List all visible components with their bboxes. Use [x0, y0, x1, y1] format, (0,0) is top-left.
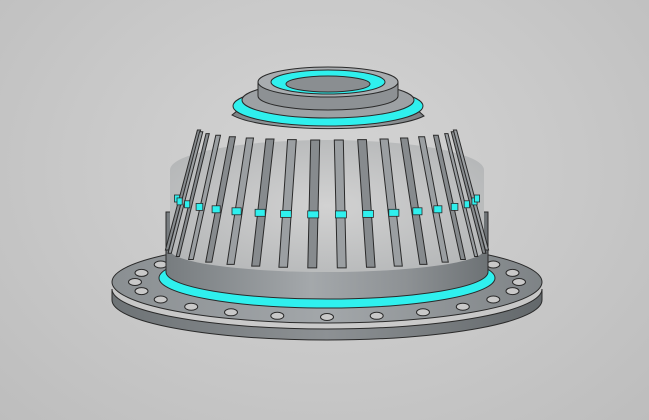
- band-segment: [463, 200, 470, 209]
- band-segment: [473, 194, 480, 203]
- bolt-hole: [486, 295, 501, 304]
- bolt-hole: [505, 287, 520, 296]
- bolt-hole: [153, 260, 168, 269]
- band-segment: [231, 207, 242, 216]
- band-segment: [412, 207, 423, 216]
- band-segment: [334, 210, 347, 219]
- bolt-hole: [505, 268, 520, 277]
- strainer-model[interactable]: [0, 0, 649, 420]
- band-segment: [433, 205, 443, 214]
- bolt-hole: [369, 311, 384, 320]
- bolt-hole: [134, 287, 149, 296]
- bolt-hole: [416, 308, 430, 317]
- bolt-hole: [224, 308, 238, 317]
- bolt-hole: [184, 302, 199, 311]
- bolt-hole: [455, 302, 470, 311]
- band-segment: [450, 202, 459, 211]
- band-segment: [307, 210, 320, 219]
- bolt-hole: [486, 260, 501, 269]
- band-segment: [211, 205, 221, 214]
- band-segment: [280, 209, 292, 218]
- top-bore: [285, 75, 371, 93]
- band-segment: [184, 200, 191, 209]
- bolt-hole: [270, 311, 285, 320]
- band-segment: [195, 202, 204, 211]
- bolt-hole: [134, 268, 149, 277]
- bolt-hole: [153, 295, 168, 304]
- bolt-hole: [320, 313, 334, 321]
- bolt-hole: [128, 278, 142, 286]
- band-segment: [176, 197, 183, 206]
- band-segment: [254, 208, 266, 217]
- band-segment: [362, 209, 374, 218]
- band-segment: [388, 208, 400, 217]
- bolt-hole: [512, 278, 526, 286]
- 3d-viewport[interactable]: [0, 0, 649, 420]
